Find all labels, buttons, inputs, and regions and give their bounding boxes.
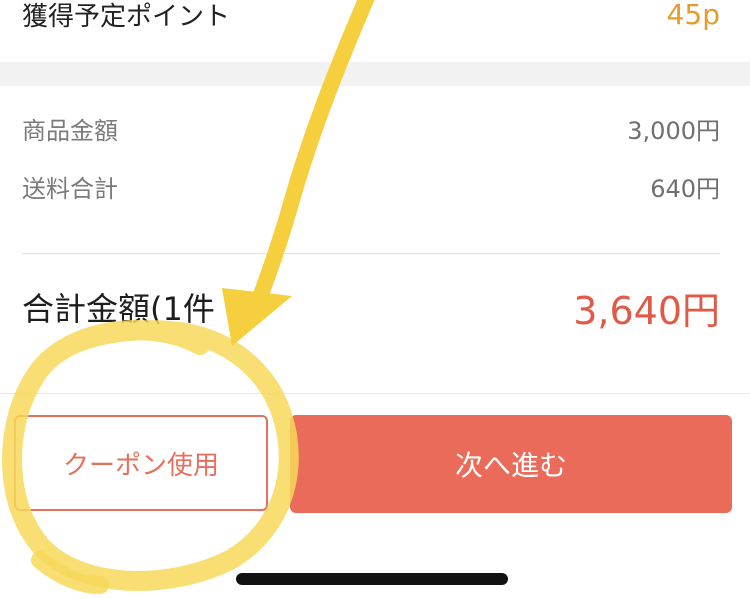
- home-indicator: [236, 573, 508, 585]
- footer-divider: [0, 393, 750, 394]
- subtotal-value: 3,000円: [627, 116, 720, 145]
- shipping-value: 640円: [650, 174, 720, 203]
- subtotal-row: 商品金額 3,000円: [22, 108, 720, 148]
- points-label: 獲得予定ポイント: [22, 1, 231, 32]
- coupon-button[interactable]: クーポン使用: [14, 415, 268, 511]
- points-row: 獲得予定ポイント 45p: [22, 0, 720, 38]
- divider: [22, 253, 720, 254]
- points-value: 45p: [666, 0, 720, 31]
- total-value: 3,640円: [573, 288, 720, 333]
- total-row: 合計金額(1件 3,640円: [22, 278, 720, 336]
- shipping-label: 送料合計: [22, 174, 118, 203]
- section-separator: [0, 62, 750, 86]
- total-label: 合計金額(1件: [22, 290, 215, 328]
- subtotal-label: 商品金額: [22, 116, 118, 145]
- next-button[interactable]: 次へ進む: [290, 415, 732, 513]
- shipping-row: 送料合計 640円: [22, 166, 720, 206]
